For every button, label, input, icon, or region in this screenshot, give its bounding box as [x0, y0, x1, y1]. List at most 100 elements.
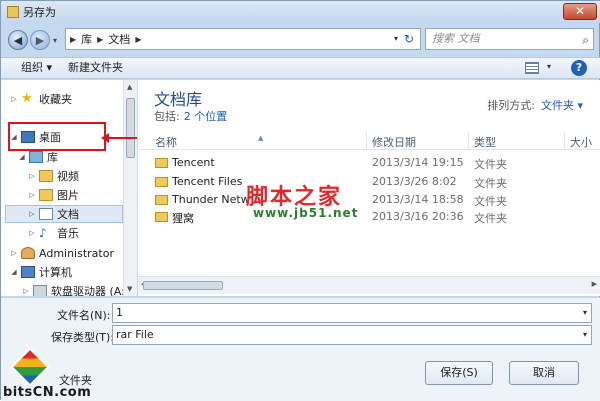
filename-value: 1 [116, 306, 123, 319]
filetype-select[interactable]: rar File ▾ [112, 325, 592, 345]
expand-arrow-icon[interactable]: ◢ [17, 153, 27, 161]
expand-arrow-icon[interactable]: ▷ [9, 249, 19, 257]
breadcrumb-library[interactable]: 库 [81, 31, 92, 47]
view-options-icon[interactable] [525, 62, 539, 74]
file-date: 2013/3/16 20:36 [372, 210, 464, 223]
column-header-date[interactable]: 修改日期 [372, 134, 416, 150]
arrange-by-dropdown[interactable]: 文件夹 ▾ [541, 99, 583, 112]
column-header-size[interactable]: 大小 [570, 134, 592, 150]
organize-button[interactable]: 组织 ▾ [13, 58, 60, 78]
music-icon: ♪ [39, 226, 47, 240]
forward-button[interactable]: ▶ [30, 30, 50, 50]
sidebar-item-documents[interactable]: ▷ 文档 [5, 205, 123, 223]
expand-arrow-icon[interactable]: ▷ [9, 95, 19, 103]
sidebar-item-videos[interactable]: ▷ 视频 [27, 167, 79, 185]
file-date: 2013/3/14 19:15 [372, 156, 464, 169]
address-bar[interactable]: ▶ 库 ▶ 文档 ▶ ▾ ↻ [65, 28, 421, 50]
file-name: Tencent [172, 156, 215, 169]
filename-label: 文件名(N): [57, 309, 111, 322]
column-divider[interactable] [366, 132, 367, 150]
help-icon[interactable]: ? [571, 60, 587, 76]
column-header-name[interactable]: 名称 [155, 134, 177, 150]
search-icon[interactable]: ⌕ [582, 30, 589, 50]
includes-locations-link[interactable]: 2 个位置 [184, 110, 228, 123]
table-row[interactable]: Thunder Netw 2013/3/14 18:58 文件夹 [138, 191, 600, 209]
document-icon [39, 208, 53, 220]
hide-folders-toggle[interactable]: 文件夹 [59, 372, 92, 388]
sidebar-item-music[interactable]: ▷ ♪ 音乐 [27, 224, 79, 242]
navigation-pane: ▷ ★ 收藏夹 ◢ 桌面 ◢ 库 ▷ 视频 ▷ 图片 ▷ 文档 ▷ ♪ 音乐 ▷… [1, 80, 137, 296]
table-row[interactable]: Tencent 2013/3/14 19:15 文件夹 [138, 154, 600, 172]
library-icon [29, 151, 43, 163]
refresh-icon[interactable]: ↻ [401, 31, 417, 47]
star-icon: ★ [21, 91, 33, 106]
cancel-button[interactable]: 取消 [509, 361, 579, 385]
table-row[interactable]: Tencent Files 2013/3/26 8:02 文件夹 [138, 173, 600, 191]
expand-arrow-icon[interactable]: ◢ [9, 268, 19, 276]
table-row[interactable]: 狸窝 2013/3/16 20:36 文件夹 [138, 208, 600, 226]
folder-icon [155, 177, 168, 187]
recent-locations-dropdown[interactable]: ▾ [53, 36, 57, 45]
folder-icon [155, 195, 168, 205]
breadcrumb-separator-icon: ▶ [70, 34, 77, 44]
scroll-right-icon[interactable]: ▶ [592, 280, 597, 288]
filename-input[interactable]: 1 ▾ [112, 303, 592, 323]
close-button[interactable]: ✕ [563, 3, 597, 20]
file-list-pane: 文档库 包括: 2 个位置 排列方式: 文件夹 ▾ ▲ 名称 修改日期 类型 大小 … [138, 80, 600, 296]
save-button[interactable]: 保存(S) [425, 361, 493, 385]
expand-arrow-icon[interactable]: ▷ [27, 191, 37, 199]
user-icon [21, 247, 35, 259]
sidebar-item-label: 文档 [57, 208, 79, 221]
chevron-down-icon[interactable]: ▾ [583, 304, 587, 322]
search-input[interactable]: 搜索 文档 ⌕ [425, 28, 594, 50]
back-button[interactable]: ◀ [8, 30, 28, 50]
watermark-url: www.jb51.net [253, 206, 359, 220]
highlight-arrow-icon [101, 133, 137, 143]
sidebar-item-label: 图片 [57, 189, 79, 202]
library-includes: 包括: 2 个位置 [154, 108, 227, 124]
view-dropdown-icon[interactable]: ▾ [547, 62, 551, 71]
expand-arrow-icon[interactable]: ▷ [21, 287, 31, 295]
file-type: 文件夹 [474, 195, 507, 208]
file-list-horizontal-scrollbar[interactable]: ◀ ▶ [138, 276, 600, 294]
scroll-up-icon[interactable]: ▲ [127, 83, 132, 91]
column-header-row: ▲ 名称 修改日期 类型 大小 [138, 132, 600, 150]
scrollbar-thumb[interactable] [143, 281, 223, 290]
folder-icon [155, 158, 168, 168]
pictures-icon [39, 189, 53, 201]
column-divider[interactable] [564, 132, 565, 150]
new-folder-button[interactable]: 新建文件夹 [60, 58, 131, 78]
computer-icon [21, 266, 35, 278]
chevron-down-icon[interactable]: ▾ [583, 326, 587, 344]
breadcrumb-documents[interactable]: 文档 [108, 31, 130, 47]
sidebar-item-label: 视频 [57, 170, 79, 183]
sidebar-item-computer[interactable]: ◢ 计算机 [9, 263, 72, 281]
sidebar-item-administrator[interactable]: ▷ Administrator [9, 244, 114, 262]
includes-label: 包括: [154, 110, 180, 123]
scroll-down-icon[interactable]: ▼ [127, 285, 132, 293]
sort-indicator-icon: ▲ [258, 134, 264, 142]
library-title: 文档库 [154, 90, 203, 109]
sidebar-item-pictures[interactable]: ▷ 图片 [27, 186, 79, 204]
video-icon [39, 170, 53, 182]
file-type: 文件夹 [474, 212, 507, 225]
navigation-scrollbar[interactable]: ▲ ▼ [123, 80, 137, 296]
filetype-value: rar File [116, 328, 154, 341]
expand-arrow-icon[interactable]: ▷ [27, 210, 37, 218]
scrollbar-thumb[interactable] [126, 98, 135, 158]
column-divider[interactable] [468, 132, 469, 150]
address-dropdown-icon[interactable]: ▾ [394, 34, 398, 43]
expand-arrow-icon[interactable]: ▷ [27, 229, 37, 237]
toolbar: 组织 ▾ 新建文件夹 ▾ ? [1, 57, 600, 79]
file-date: 2013/3/26 8:02 [372, 175, 457, 188]
file-name: Thunder Netw [172, 193, 250, 206]
sidebar-item-floppy-drive[interactable]: ▷ 软盘驱动器 (A: [21, 282, 125, 296]
floppy-drive-icon [33, 285, 47, 296]
column-header-type[interactable]: 类型 [474, 134, 496, 150]
sidebar-item-favorites[interactable]: ▷ ★ 收藏夹 [9, 90, 72, 108]
expand-arrow-icon[interactable]: ▷ [27, 172, 37, 180]
logo-diamond-icon [10, 347, 50, 387]
breadcrumb-separator-icon: ▶ [135, 34, 142, 44]
breadcrumb-separator-icon: ▶ [97, 34, 104, 44]
file-name: Tencent Files [172, 175, 243, 188]
